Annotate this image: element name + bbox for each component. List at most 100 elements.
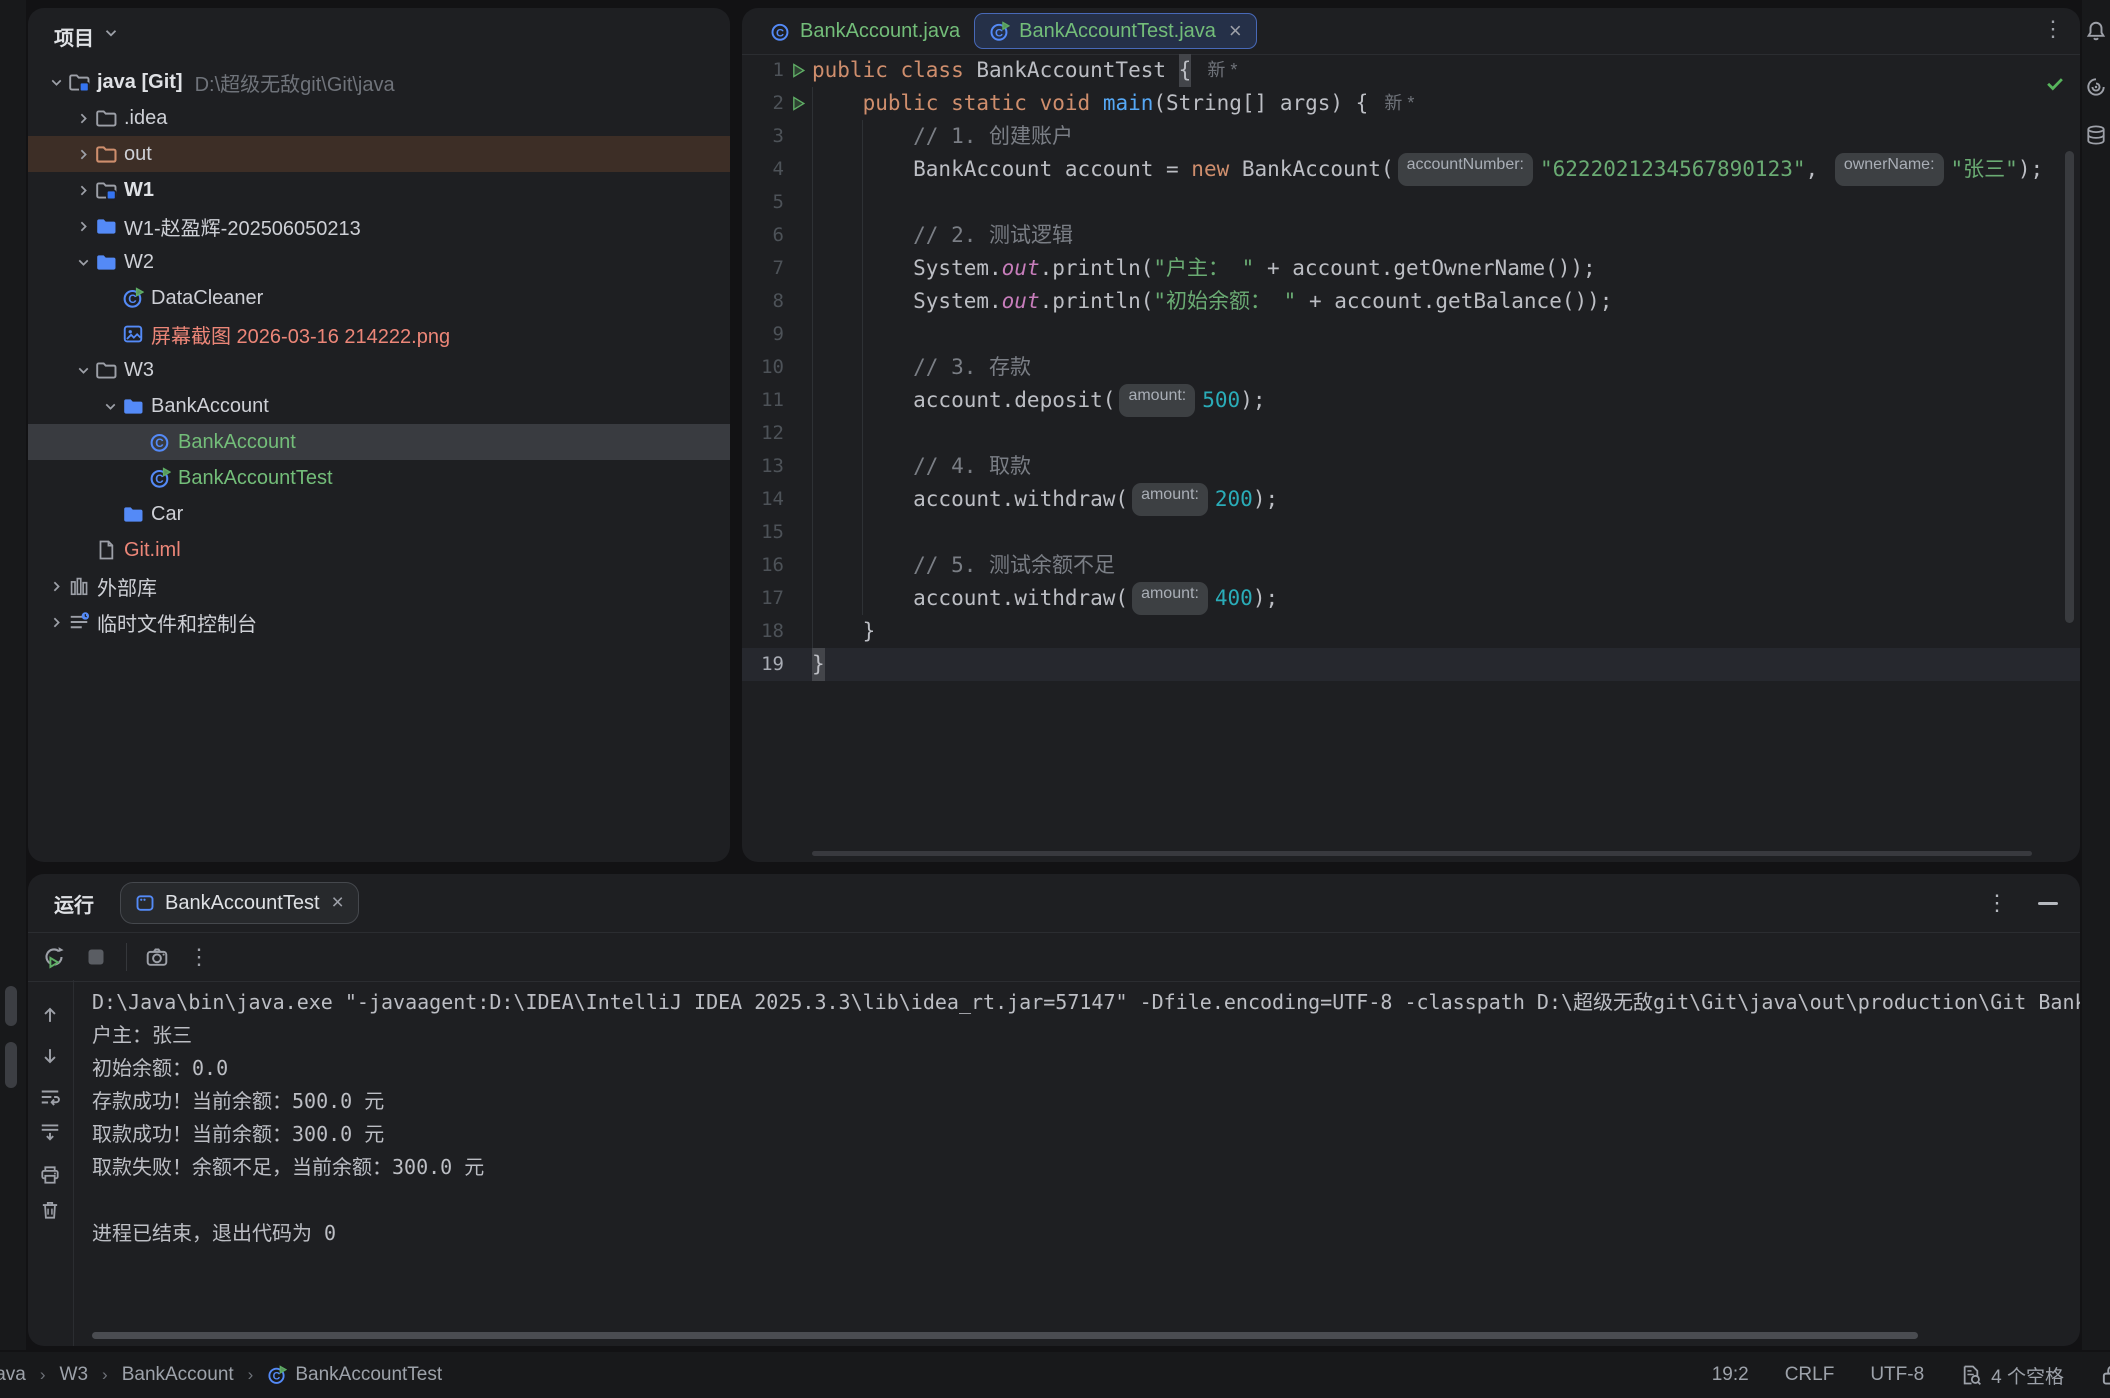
code-line-16[interactable]: 16 // 5. 测试余额不足	[742, 549, 2080, 582]
close-icon[interactable]: ×	[332, 891, 344, 915]
code-line-1[interactable]: 1public class BankAccountTest {新 *	[742, 54, 2080, 87]
line-number: 2	[742, 87, 784, 120]
chevron-right-icon[interactable]	[44, 578, 68, 595]
toolwindow-stub-button[interactable]	[5, 1042, 17, 1088]
soft-wrap-icon[interactable]	[39, 1086, 61, 1108]
project-panel: 项目 java [Git]D:\超级无敌git\Git\java.ideaout…	[28, 8, 730, 862]
class-run-icon: C	[122, 287, 144, 309]
database-icon[interactable]	[2085, 124, 2107, 146]
toolwindow-stub-button[interactable]	[5, 986, 17, 1026]
print-icon[interactable]	[39, 1164, 61, 1186]
line-separator[interactable]: CRLF	[1785, 1364, 1835, 1386]
tree-item-datacleaner[interactable]: CDataCleaner	[28, 280, 730, 316]
code-text: account.deposit(	[812, 384, 1115, 417]
chevron-right-icon[interactable]	[71, 110, 95, 127]
code-line-4[interactable]: 4 BankAccount account = new BankAccount(…	[742, 153, 2080, 186]
chevron-down-icon[interactable]	[98, 398, 122, 415]
tree-item-w3[interactable]: W3	[28, 352, 730, 388]
code-line-8[interactable]: 8 System.out.println("初始余额： " + account.…	[742, 285, 2080, 318]
run-line-icon[interactable]	[784, 54, 812, 87]
chevron-down-icon[interactable]	[71, 254, 95, 271]
breadcrumb-w3[interactable]: W3	[60, 1364, 89, 1386]
run-panel-hide-icon[interactable]	[2038, 902, 2058, 905]
chevron-right-icon[interactable]	[71, 182, 95, 199]
chevron-down-icon[interactable]	[71, 362, 95, 379]
scroll-to-end-icon[interactable]	[39, 1121, 61, 1143]
gutter-spacer	[784, 384, 812, 417]
chevron-right-icon[interactable]	[44, 614, 68, 631]
code-line-17[interactable]: 17 account.withdraw(amount:400);	[742, 582, 2080, 615]
tree-item-bankaccounttest[interactable]: CBankAccountTest	[28, 460, 730, 496]
code-line-18[interactable]: 18 }	[742, 615, 2080, 648]
breadcrumb-bankaccounttest[interactable]: BankAccountTest	[295, 1364, 442, 1386]
editor-tab-bankaccount-java[interactable]: CBankAccount.java	[756, 14, 974, 48]
code-text: + account.getOwnerName());	[1254, 252, 1595, 285]
tree-item-bankaccount[interactable]: CBankAccount	[28, 424, 730, 460]
tree-item--[interactable]: 临时文件和控制台	[28, 604, 730, 640]
tree-item-w1[interactable]: W1	[28, 172, 730, 208]
indent-setting[interactable]: 4 个空格	[1960, 1362, 2064, 1389]
tree-item-bankaccount[interactable]: BankAccount	[28, 388, 730, 424]
file-encoding[interactable]: UTF-8	[1870, 1364, 1924, 1386]
console-horizontal-scrollbar[interactable]	[92, 1332, 1918, 1339]
more-icon[interactable]: ⋮	[187, 945, 211, 969]
code-line-5[interactable]: 5	[742, 186, 2080, 219]
chevron-right-icon[interactable]	[71, 218, 95, 235]
code-line-6[interactable]: 6 // 2. 测试逻辑	[742, 219, 2080, 252]
editor-vertical-scrollbar[interactable]	[2065, 151, 2074, 623]
run-line-icon[interactable]	[784, 87, 812, 120]
ai-assistant-icon[interactable]	[2085, 76, 2107, 98]
breadcrumb-java[interactable]: java	[0, 1364, 26, 1386]
gutter-spacer	[784, 285, 812, 318]
code-line-9[interactable]: 9	[742, 318, 2080, 351]
chevron-down-icon[interactable]	[44, 74, 68, 91]
run-panel-more-icon[interactable]: ⋮	[1986, 892, 2008, 914]
code-text: );	[1253, 582, 1278, 615]
editor-more-icon[interactable]: ⋮	[2042, 18, 2064, 40]
clear-icon[interactable]	[39, 1199, 61, 1221]
close-icon[interactable]: ×	[1229, 20, 1242, 42]
line-number: 11	[742, 384, 784, 417]
file-icon	[95, 539, 117, 561]
run-tab-bankaccounttest[interactable]: BankAccountTest ×	[120, 882, 359, 924]
scroll-down-icon[interactable]	[39, 1045, 61, 1067]
tree-item-w2[interactable]: W2	[28, 244, 730, 280]
breadcrumb-bankaccount[interactable]: BankAccount	[122, 1364, 234, 1386]
code-line-7[interactable]: 7 System.out.println("户主： " + account.ge…	[742, 252, 2080, 285]
code-text	[812, 351, 913, 384]
tree-item-out[interactable]: out	[28, 136, 730, 172]
snapshot-icon[interactable]	[145, 945, 169, 969]
code-line-10[interactable]: 10 // 3. 存款	[742, 351, 2080, 384]
tree-item-git-iml[interactable]: Git.iml	[28, 532, 730, 568]
chevron-right-icon[interactable]	[71, 146, 95, 163]
code-text: );	[1240, 384, 1265, 417]
code-line-14[interactable]: 14 account.withdraw(amount:200);	[742, 483, 2080, 516]
toolbar-divider	[126, 943, 127, 971]
project-panel-header[interactable]: 项目	[28, 8, 730, 64]
code-line-13[interactable]: 13 // 4. 取款	[742, 450, 2080, 483]
code-line-12[interactable]: 12	[742, 417, 2080, 450]
tree-item-car[interactable]: Car	[28, 496, 730, 532]
tree-item--idea[interactable]: .idea	[28, 100, 730, 136]
unlock-icon[interactable]	[2100, 1364, 2110, 1386]
code-line-19[interactable]: 19}	[742, 648, 2080, 681]
tree-item--2026-03-16-214222-png[interactable]: 屏幕截图 2026-03-16 214222.png	[28, 316, 730, 352]
scroll-up-icon[interactable]	[39, 1004, 61, 1026]
console-output[interactable]: D:\Java\bin\java.exe "-javaagent:D:\IDEA…	[92, 986, 2080, 1326]
editor-horizontal-scrollbar[interactable]	[812, 851, 2032, 856]
rerun-icon[interactable]	[42, 945, 66, 969]
gutter-spacer	[784, 318, 812, 351]
caret-position[interactable]: 19:2	[1712, 1364, 1749, 1386]
tree-item-label: W1-赵盈辉-202506050213	[124, 212, 361, 241]
tree-item--[interactable]: 外部库	[28, 568, 730, 604]
code-line-3[interactable]: 3 // 1. 创建账户	[742, 120, 2080, 153]
code-line-11[interactable]: 11 account.deposit(amount:500);	[742, 384, 2080, 417]
notifications-icon[interactable]	[2085, 20, 2107, 42]
tree-item-java-git-[interactable]: java [Git]D:\超级无敌git\Git\java	[28, 64, 730, 100]
tree-item-w1-202506050213[interactable]: W1-赵盈辉-202506050213	[28, 208, 730, 244]
code-editor[interactable]: 1public class BankAccountTest {新 *2 publ…	[742, 54, 2080, 862]
stop-icon[interactable]	[84, 945, 108, 969]
code-line-2[interactable]: 2 public static void main(String[] args)…	[742, 87, 2080, 120]
code-line-15[interactable]: 15	[742, 516, 2080, 549]
editor-tab-bankaccounttest-java[interactable]: CBankAccountTest.java×	[974, 13, 1257, 49]
